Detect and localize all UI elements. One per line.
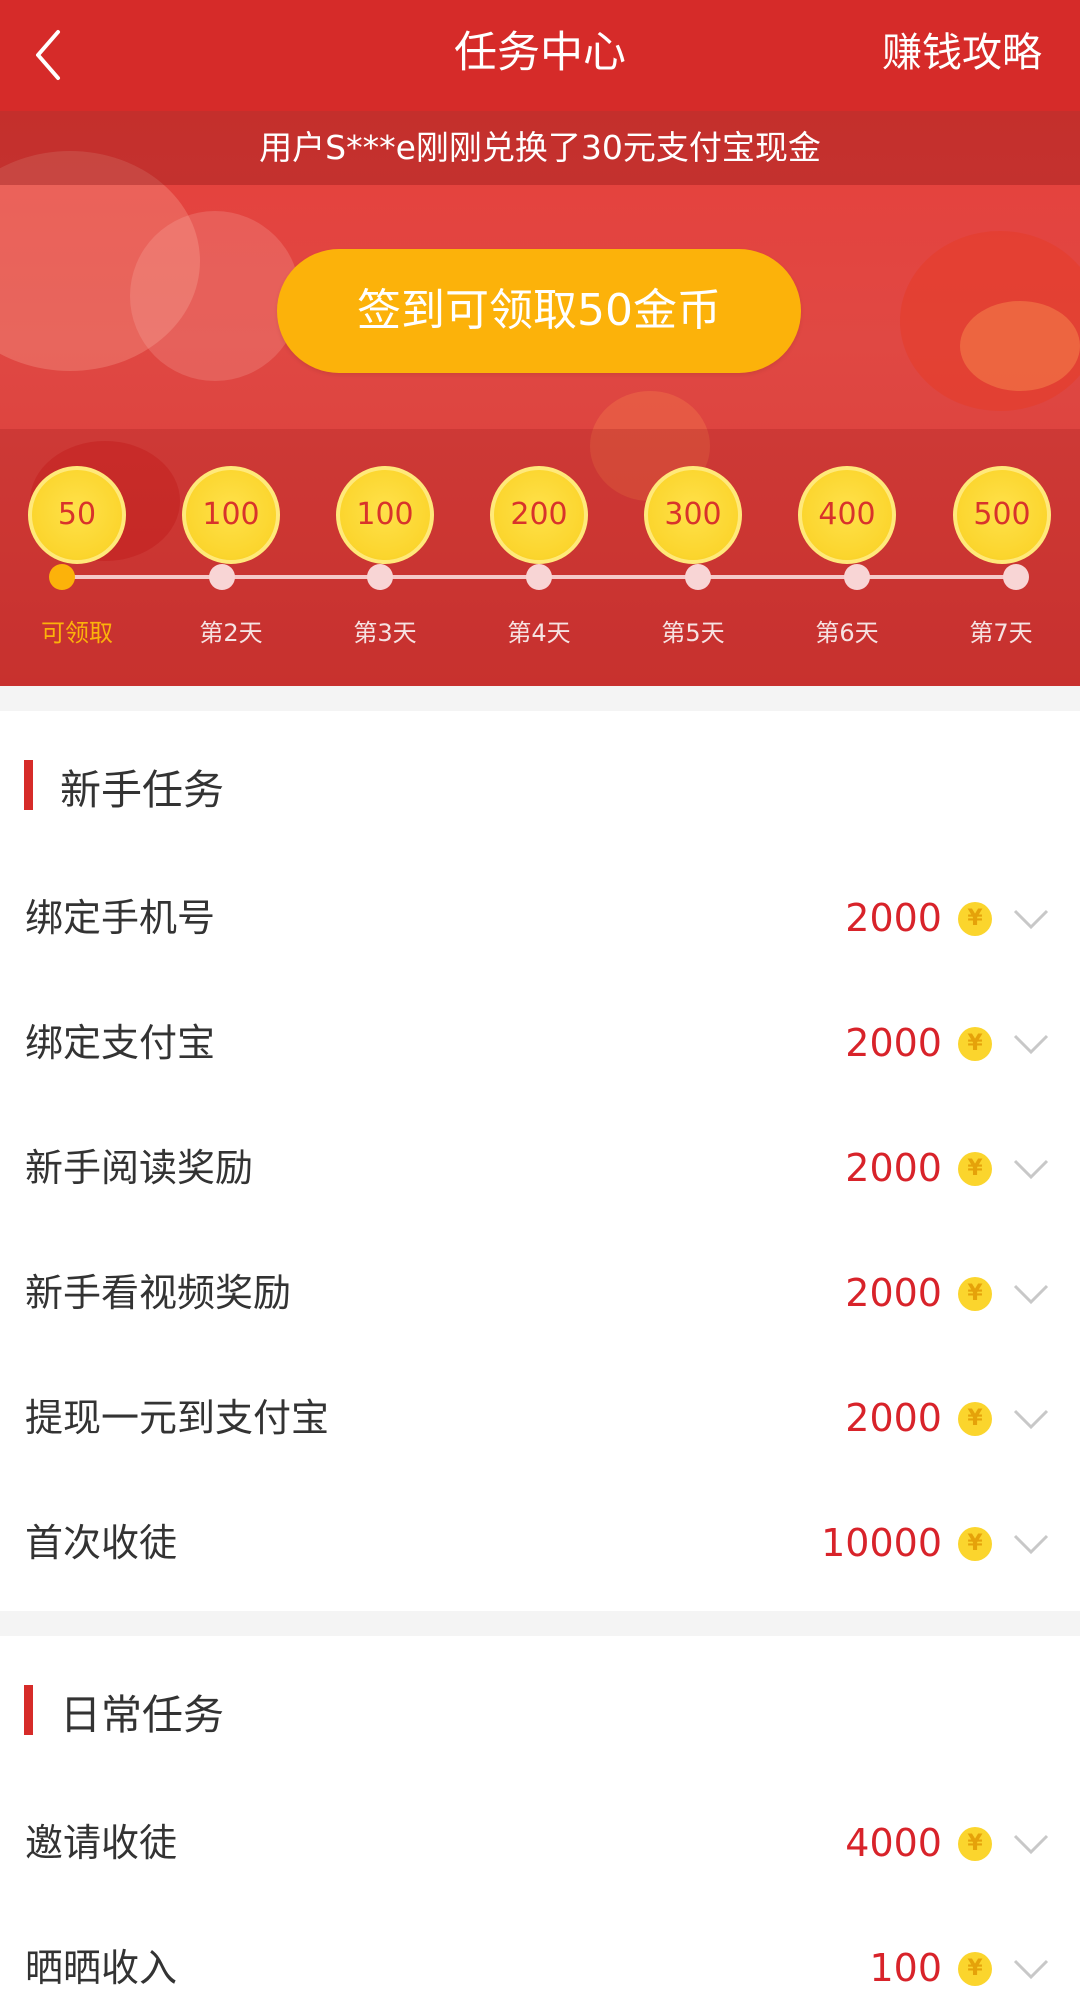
day-1-coin: 50	[28, 466, 126, 564]
day-2-label: 第2天	[199, 619, 263, 647]
chevron-down-icon[interactable]	[1012, 1024, 1050, 1062]
coin-icon: ¥	[958, 1952, 992, 1986]
signin-button[interactable]: 签到可领取50金币	[277, 249, 801, 373]
task-reward: 100	[869, 1946, 942, 1990]
exchange-ticker: 用户S***e刚刚兑换了30元支付宝现金	[0, 111, 1080, 185]
task-row-bind-alipay[interactable]: 绑定支付宝 2000 ¥	[0, 981, 1080, 1106]
header-bar: 任务中心 赚钱攻略	[0, 0, 1080, 111]
day-2-coin: 100	[182, 466, 280, 564]
coin-icon: ¥	[958, 1527, 992, 1561]
task-name: 新手看视频奖励	[25, 1271, 292, 1315]
task-name: 绑定支付宝	[25, 1021, 216, 1065]
day-2-dot	[209, 564, 235, 590]
day-3-label: 第3天	[353, 619, 417, 647]
task-row-share-income[interactable]: 晒晒收入 100 ¥	[0, 1906, 1080, 1999]
day-4-coin: 200	[490, 466, 588, 564]
task-row-invite[interactable]: 邀请收徒 4000 ¥	[0, 1781, 1080, 1906]
task-row-bind-phone[interactable]: 绑定手机号 2000 ¥	[0, 856, 1080, 981]
chevron-down-icon[interactable]	[1012, 1949, 1050, 1987]
task-name: 首次收徒	[25, 1521, 178, 1565]
day-7-label: 第7天	[969, 619, 1033, 647]
task-name: 新手阅读奖励	[25, 1146, 254, 1190]
task-reward: 2000	[845, 896, 942, 940]
section-header: 日常任务	[0, 1636, 1080, 1781]
coin-icon: ¥	[958, 1277, 992, 1311]
section-title: 日常任务	[60, 1691, 224, 1739]
task-reward: 2000	[845, 1146, 942, 1190]
day-6-dot	[844, 564, 870, 590]
task-reward: 2000	[845, 1396, 942, 1440]
task-name: 邀请收徒	[25, 1821, 178, 1865]
daily-task-section: 日常任务 邀请收徒 4000 ¥ 晒晒收入 100 ¥	[0, 1636, 1080, 1999]
coin-icon: ¥	[958, 1402, 992, 1436]
newbie-task-section: 新手任务 绑定手机号 2000 ¥ 绑定支付宝 2000 ¥ 新手阅读奖励 20…	[0, 711, 1080, 1611]
task-row-withdraw[interactable]: 提现一元到支付宝 2000 ¥	[0, 1356, 1080, 1481]
task-reward: 4000	[845, 1821, 942, 1865]
task-name: 绑定手机号	[25, 896, 216, 940]
task-reward: 2000	[845, 1021, 942, 1065]
day-7-coin: 500	[953, 466, 1051, 564]
coin-icon: ¥	[958, 1827, 992, 1861]
day-4-label: 第4天	[507, 619, 571, 647]
back-button[interactable]	[28, 24, 88, 86]
day-3-coin: 100	[336, 466, 434, 564]
chevron-down-icon[interactable]	[1012, 1149, 1050, 1187]
day-1-dot	[49, 564, 75, 590]
task-name: 提现一元到支付宝	[25, 1396, 330, 1440]
chevron-down-icon[interactable]	[1012, 1824, 1050, 1862]
task-row-reading-reward[interactable]: 新手阅读奖励 2000 ¥	[0, 1106, 1080, 1231]
chevron-down-icon[interactable]	[1012, 899, 1050, 937]
day-6-label: 第6天	[815, 619, 879, 647]
earning-guide-link[interactable]: 赚钱攻略	[882, 0, 1042, 106]
day-1-label: 可领取	[41, 619, 113, 647]
task-reward: 10000	[821, 1521, 942, 1565]
section-title: 新手任务	[60, 766, 224, 814]
task-row-video-reward[interactable]: 新手看视频奖励 2000 ¥	[0, 1231, 1080, 1356]
coin-icon: ¥	[958, 1027, 992, 1061]
chevron-down-icon[interactable]	[1012, 1399, 1050, 1437]
chevron-left-icon	[36, 30, 60, 80]
section-header: 新手任务	[0, 711, 1080, 856]
day-5-label: 第5天	[661, 619, 725, 647]
task-name: 晒晒收入	[25, 1946, 178, 1990]
task-row-first-apprentice[interactable]: 首次收徒 10000 ¥	[0, 1481, 1080, 1606]
section-accent-bar	[24, 1685, 33, 1735]
coin-icon: ¥	[958, 1152, 992, 1186]
section-accent-bar	[24, 760, 33, 810]
signin-banner: 用户S***e刚刚兑换了30元支付宝现金 签到可领取50金币 50 100 10…	[0, 111, 1080, 686]
chevron-down-icon[interactable]	[1012, 1524, 1050, 1562]
day-5-coin: 300	[644, 466, 742, 564]
task-reward: 2000	[845, 1271, 942, 1315]
day-3-dot	[367, 564, 393, 590]
day-5-dot	[685, 564, 711, 590]
chevron-down-icon[interactable]	[1012, 1274, 1050, 1312]
day-4-dot	[526, 564, 552, 590]
day-7-dot	[1003, 564, 1029, 590]
day-6-coin: 400	[798, 466, 896, 564]
coin-icon: ¥	[958, 902, 992, 936]
